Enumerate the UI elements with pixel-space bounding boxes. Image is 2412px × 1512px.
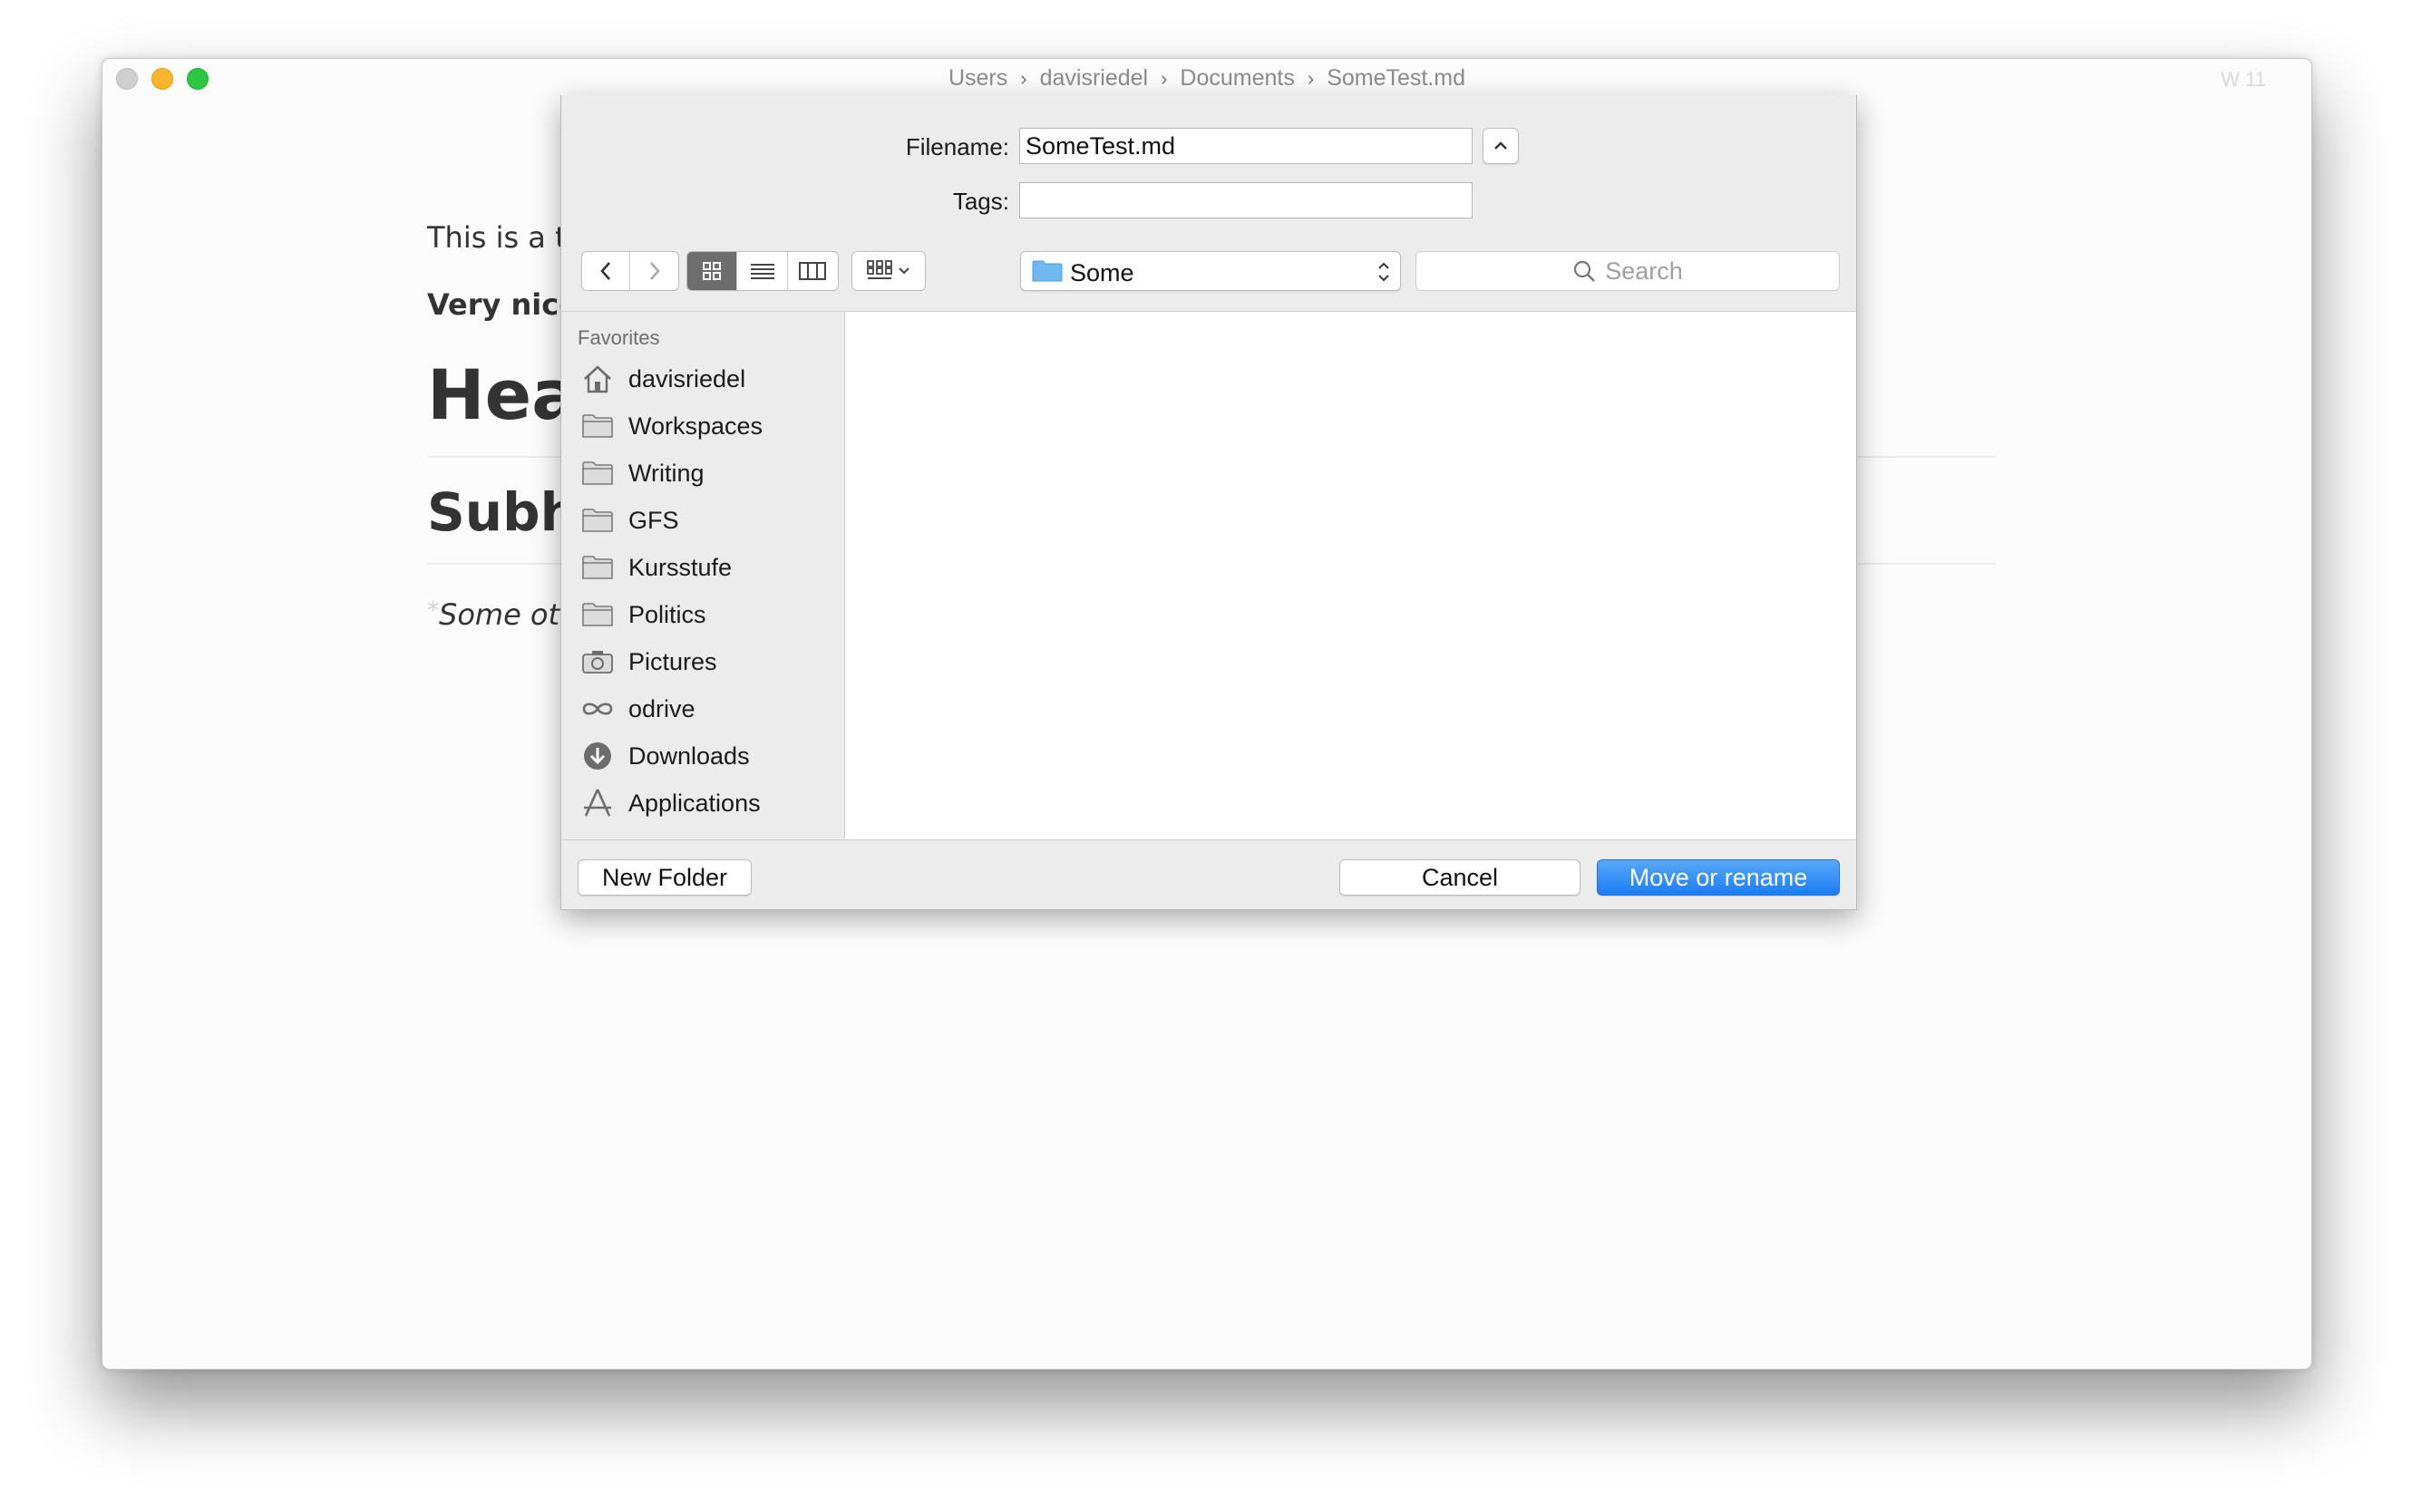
chevron-down-icon: [899, 267, 909, 275]
tags-label: Tags:: [952, 188, 1009, 215]
location-popup[interactable]: Some: [1020, 251, 1401, 291]
search-placeholder: Search: [1605, 257, 1683, 285]
chevron-right-icon: [649, 262, 660, 280]
save-dialog: Filename: SomeTest.md Tags: Some Search …: [560, 95, 1857, 910]
sidebar-item-davisriedel[interactable]: davisriedel: [579, 355, 839, 402]
icon-view-icon: [703, 262, 722, 280]
search-icon: [1574, 260, 1596, 282]
breadcrumb-file[interactable]: SomeTest.md: [1327, 65, 1465, 91]
tags-field[interactable]: [1019, 182, 1473, 218]
column-view-button[interactable]: [788, 252, 838, 290]
updown-chevron-icon: [1378, 262, 1389, 282]
filename-field[interactable]: SomeTest.md: [1019, 128, 1473, 164]
sidebar-item-label: davisriedel: [628, 364, 746, 393]
back-forward-control: [581, 251, 679, 291]
arrange-menu-content: [852, 252, 925, 290]
move-or-rename-button[interactable]: Move or rename: [1597, 859, 1840, 896]
sidebar-item-label: Kursstufe: [628, 553, 733, 581]
document-heading-1: Hea: [427, 354, 579, 435]
sidebar-item-downloads[interactable]: Downloads: [579, 732, 839, 780]
download-icon: [584, 742, 611, 770]
breadcrumb-documents[interactable]: Documents: [1180, 65, 1294, 91]
sidebar-item-writing[interactable]: Writing: [579, 450, 839, 497]
sidebar-item-label: Politics: [628, 600, 706, 628]
list-view-icon: [750, 264, 774, 279]
collapse-dialog-button[interactable]: [1483, 128, 1519, 164]
folder-icon: [582, 461, 613, 485]
markdown-asterisk: *: [427, 597, 439, 625]
infinity-icon: [582, 703, 613, 715]
icon-view-button[interactable]: [687, 252, 738, 290]
sidebar-item-label: Workspaces: [628, 412, 763, 440]
file-browser: Favorites davisriedel Workspaces Writing…: [561, 311, 1856, 840]
folder-icon: [582, 556, 613, 579]
forward-button[interactable]: [630, 252, 678, 290]
sidebar-item-label: Writing: [628, 459, 705, 487]
sidebar-item-applications[interactable]: Applications: [579, 780, 839, 827]
home-icon: [584, 365, 611, 393]
breadcrumb-separator: ›: [1161, 67, 1168, 90]
filename-label: Filename:: [905, 133, 1009, 160]
sidebar-item-label: Applications: [628, 789, 761, 817]
search-field[interactable]: Search: [1415, 251, 1840, 291]
folder-icon: [582, 509, 613, 532]
view-mode-control: [686, 251, 839, 291]
word-count: W 11: [2221, 68, 2266, 91]
breadcrumb: Users › davisriedel › Documents › SomeTest.md: [102, 65, 2311, 92]
sidebar-item-gfs[interactable]: GFS: [579, 497, 839, 544]
group-items-icon: [867, 260, 892, 279]
italic-text: Some oth: [439, 597, 579, 632]
folder-icon: [1032, 260, 1063, 282]
sidebar-item-kursstufe[interactable]: Kursstufe: [579, 544, 839, 591]
folder-icon: [582, 414, 613, 438]
location-label: Some: [1070, 259, 1134, 286]
back-button[interactable]: [582, 252, 631, 290]
camera-icon: [582, 651, 613, 674]
chevron-up-icon: [1494, 141, 1507, 150]
sidebar-item-odrive[interactable]: odrive: [579, 685, 839, 732]
breadcrumb-user[interactable]: davisriedel: [1040, 65, 1149, 91]
cancel-button[interactable]: Cancel: [1339, 859, 1580, 896]
folder-icon: [582, 603, 613, 626]
document-bold-paragraph: Very nice: [427, 287, 579, 322]
file-list-pane[interactable]: [845, 312, 1856, 839]
sidebar-item-label: GFS: [628, 506, 679, 534]
title-bar: Users › davisriedel › Documents › SomeTest.md …: [102, 59, 2311, 99]
breadcrumb-users[interactable]: Users: [948, 65, 1007, 91]
column-view-icon: [799, 262, 827, 280]
sidebar-item-pictures[interactable]: Pictures: [579, 638, 839, 685]
document-italic-paragraph: *Some oth: [427, 597, 578, 632]
sidebar-item-label: Downloads: [628, 741, 750, 770]
breadcrumb-separator: ›: [1307, 67, 1315, 90]
sidebar-item-label: Pictures: [628, 647, 717, 675]
applications-icon: [584, 789, 611, 817]
chevron-left-icon: [600, 262, 610, 280]
breadcrumb-separator: ›: [1020, 67, 1027, 90]
new-folder-button[interactable]: New Folder: [578, 859, 752, 896]
list-view-button[interactable]: [737, 252, 788, 290]
sidebar-item-label: odrive: [628, 694, 695, 722]
sidebar-item-workspaces[interactable]: Workspaces: [579, 402, 839, 450]
sidebar-item-politics[interactable]: Politics: [579, 591, 839, 638]
document-heading-2: Subh: [427, 481, 578, 543]
arrange-menu-button[interactable]: [851, 251, 926, 291]
sidebar-heading-favorites: Favorites: [578, 326, 660, 349]
sidebar: Favorites davisriedel Workspaces Writing…: [561, 312, 845, 839]
